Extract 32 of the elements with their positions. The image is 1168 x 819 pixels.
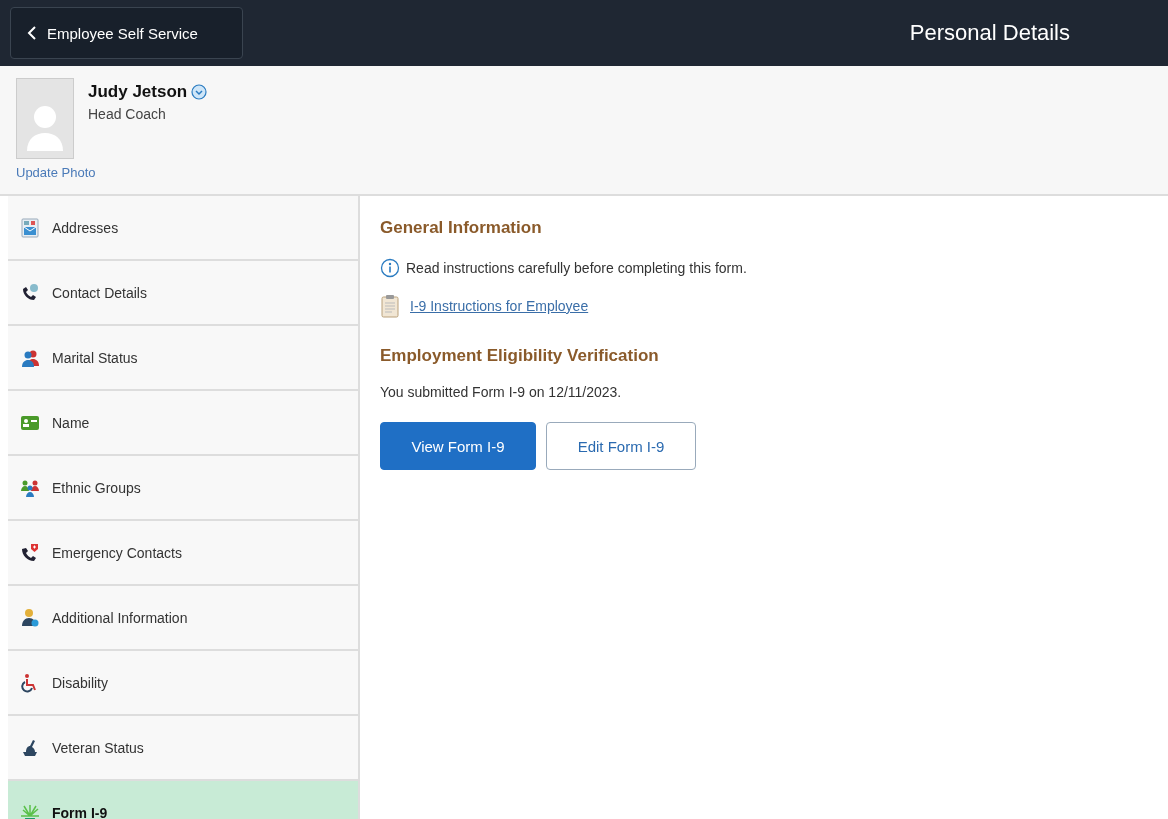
back-button[interactable]: Employee Self Service: [10, 7, 243, 59]
clipboard-icon: [380, 294, 400, 318]
back-icon: [27, 25, 37, 41]
person-icon: [20, 607, 40, 628]
sidebar-item[interactable]: Name: [8, 391, 358, 456]
sidebar-item[interactable]: Form I-9: [8, 781, 358, 819]
plant-icon: [20, 802, 40, 819]
figure-icon: [20, 737, 40, 758]
update-photo-link[interactable]: Update Photo: [16, 165, 1158, 180]
dropdown-icon[interactable]: [191, 84, 208, 100]
employee-name: Judy Jetson: [88, 82, 188, 102]
sidebar-item[interactable]: Additional Information: [8, 586, 358, 651]
section-heading: Employment Eligibility Verification: [380, 346, 659, 366]
section-heading: General Information: [380, 218, 542, 238]
edit-form-button[interactable]: Edit Form I-9: [546, 422, 696, 470]
page-title: Personal Details: [908, 20, 1071, 46]
mail-card-icon: [20, 217, 40, 238]
sidebar-item[interactable]: Disability: [8, 651, 358, 716]
submitted-text: You submitted Form I-9 on 12/11/2023.: [380, 384, 622, 400]
avatar-icon: [16, 78, 74, 159]
sidebar-item[interactable]: Contact Details: [8, 261, 358, 326]
instructions-link[interactable]: I-9 Instructions for Employee: [410, 298, 589, 314]
sidebar-item[interactable]: Emergency Contacts: [8, 521, 358, 586]
info-icon: [380, 258, 400, 278]
phone-icon: [20, 282, 40, 303]
phone-icon: [20, 542, 40, 563]
sidebar-item[interactable]: Addresses: [8, 196, 358, 261]
instruction-note: Read instructions carefully before completing this form.: [406, 260, 747, 276]
job-title: Head Coach: [88, 106, 167, 122]
sidebar-item[interactable]: Ethnic Groups: [8, 456, 358, 521]
sidebar-item[interactable]: Marital Status: [8, 326, 358, 391]
view-form-button[interactable]: View Form I-9: [380, 422, 536, 470]
